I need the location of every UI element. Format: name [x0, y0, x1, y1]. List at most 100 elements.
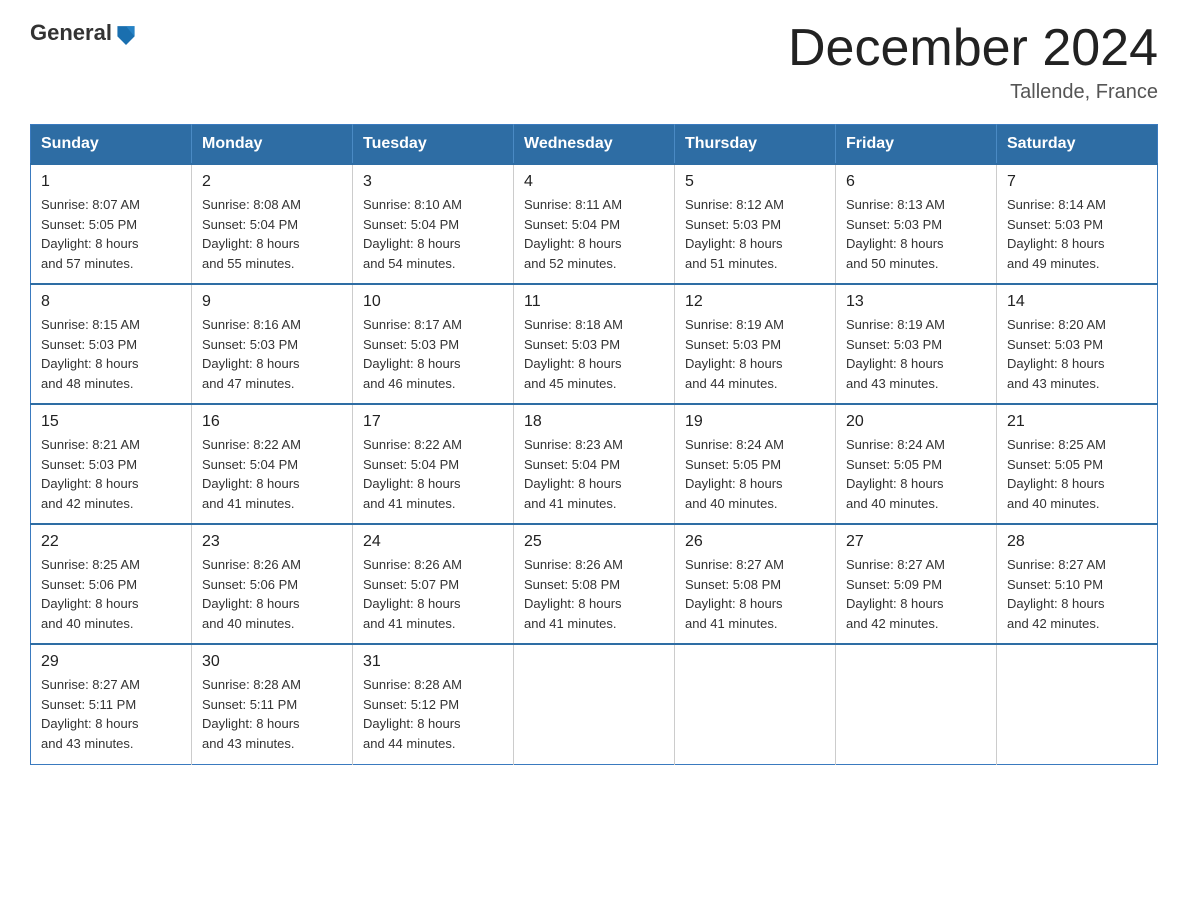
day-number: 21: [1007, 413, 1147, 431]
day-number: 13: [846, 293, 986, 311]
calendar-day-cell: 16 Sunrise: 8:22 AM Sunset: 5:04 PM Dayl…: [192, 404, 353, 524]
day-info: Sunrise: 8:26 AM Sunset: 5:08 PM Dayligh…: [524, 555, 664, 633]
day-info: Sunrise: 8:20 AM Sunset: 5:03 PM Dayligh…: [1007, 315, 1147, 393]
calendar-day-cell: 28 Sunrise: 8:27 AM Sunset: 5:10 PM Dayl…: [997, 524, 1158, 644]
calendar-day-cell: 25 Sunrise: 8:26 AM Sunset: 5:08 PM Dayl…: [514, 524, 675, 644]
day-number: 5: [685, 173, 825, 191]
calendar-day-cell: [675, 644, 836, 764]
day-of-week-header: Saturday: [997, 125, 1158, 165]
day-info: Sunrise: 8:11 AM Sunset: 5:04 PM Dayligh…: [524, 195, 664, 273]
day-number: 26: [685, 533, 825, 551]
calendar-day-cell: 23 Sunrise: 8:26 AM Sunset: 5:06 PM Dayl…: [192, 524, 353, 644]
day-of-week-header: Wednesday: [514, 125, 675, 165]
calendar-day-cell: 29 Sunrise: 8:27 AM Sunset: 5:11 PM Dayl…: [31, 644, 192, 764]
day-info: Sunrise: 8:26 AM Sunset: 5:06 PM Dayligh…: [202, 555, 342, 633]
calendar-day-cell: [514, 644, 675, 764]
day-info: Sunrise: 8:19 AM Sunset: 5:03 PM Dayligh…: [685, 315, 825, 393]
day-of-week-header: Friday: [836, 125, 997, 165]
page-header: General Blue December 2024 Tallende, Fra…: [30, 20, 1158, 104]
calendar-day-cell: 31 Sunrise: 8:28 AM Sunset: 5:12 PM Dayl…: [353, 644, 514, 764]
calendar-day-cell: 6 Sunrise: 8:13 AM Sunset: 5:03 PM Dayli…: [836, 164, 997, 284]
calendar-day-cell: 5 Sunrise: 8:12 AM Sunset: 5:03 PM Dayli…: [675, 164, 836, 284]
calendar-day-cell: 30 Sunrise: 8:28 AM Sunset: 5:11 PM Dayl…: [192, 644, 353, 764]
day-number: 29: [41, 653, 181, 671]
calendar-day-cell: 19 Sunrise: 8:24 AM Sunset: 5:05 PM Dayl…: [675, 404, 836, 524]
day-info: Sunrise: 8:28 AM Sunset: 5:11 PM Dayligh…: [202, 675, 342, 753]
day-number: 15: [41, 413, 181, 431]
calendar-week-row: 1 Sunrise: 8:07 AM Sunset: 5:05 PM Dayli…: [31, 164, 1158, 284]
day-info: Sunrise: 8:16 AM Sunset: 5:03 PM Dayligh…: [202, 315, 342, 393]
day-number: 31: [363, 653, 503, 671]
calendar-day-cell: 3 Sunrise: 8:10 AM Sunset: 5:04 PM Dayli…: [353, 164, 514, 284]
day-info: Sunrise: 8:13 AM Sunset: 5:03 PM Dayligh…: [846, 195, 986, 273]
day-number: 9: [202, 293, 342, 311]
calendar-day-cell: [836, 644, 997, 764]
calendar-week-row: 29 Sunrise: 8:27 AM Sunset: 5:11 PM Dayl…: [31, 644, 1158, 764]
day-number: 18: [524, 413, 664, 431]
day-number: 7: [1007, 173, 1147, 191]
day-info: Sunrise: 8:27 AM Sunset: 5:09 PM Dayligh…: [846, 555, 986, 633]
calendar-day-cell: 11 Sunrise: 8:18 AM Sunset: 5:03 PM Dayl…: [514, 284, 675, 404]
day-info: Sunrise: 8:24 AM Sunset: 5:05 PM Dayligh…: [685, 435, 825, 513]
day-number: 19: [685, 413, 825, 431]
day-number: 4: [524, 173, 664, 191]
calendar-table: SundayMondayTuesdayWednesdayThursdayFrid…: [30, 124, 1158, 765]
calendar-day-cell: 4 Sunrise: 8:11 AM Sunset: 5:04 PM Dayli…: [514, 164, 675, 284]
day-number: 27: [846, 533, 986, 551]
calendar-day-cell: 26 Sunrise: 8:27 AM Sunset: 5:08 PM Dayl…: [675, 524, 836, 644]
day-number: 28: [1007, 533, 1147, 551]
day-number: 11: [524, 293, 664, 311]
calendar-day-cell: 9 Sunrise: 8:16 AM Sunset: 5:03 PM Dayli…: [192, 284, 353, 404]
day-info: Sunrise: 8:12 AM Sunset: 5:03 PM Dayligh…: [685, 195, 825, 273]
day-number: 14: [1007, 293, 1147, 311]
day-info: Sunrise: 8:27 AM Sunset: 5:08 PM Dayligh…: [685, 555, 825, 633]
calendar-day-cell: 12 Sunrise: 8:19 AM Sunset: 5:03 PM Dayl…: [675, 284, 836, 404]
logo-icon: [114, 21, 138, 45]
logo-general-text: General: [30, 20, 112, 46]
day-info: Sunrise: 8:08 AM Sunset: 5:04 PM Dayligh…: [202, 195, 342, 273]
calendar-day-cell: [997, 644, 1158, 764]
calendar-header-row: SundayMondayTuesdayWednesdayThursdayFrid…: [31, 125, 1158, 165]
calendar-day-cell: 14 Sunrise: 8:20 AM Sunset: 5:03 PM Dayl…: [997, 284, 1158, 404]
day-info: Sunrise: 8:25 AM Sunset: 5:06 PM Dayligh…: [41, 555, 181, 633]
day-info: Sunrise: 8:26 AM Sunset: 5:07 PM Dayligh…: [363, 555, 503, 633]
logo: General Blue: [30, 20, 138, 100]
calendar-day-cell: 10 Sunrise: 8:17 AM Sunset: 5:03 PM Dayl…: [353, 284, 514, 404]
day-info: Sunrise: 8:24 AM Sunset: 5:05 PM Dayligh…: [846, 435, 986, 513]
location-text: Tallende, France: [788, 81, 1158, 104]
day-info: Sunrise: 8:28 AM Sunset: 5:12 PM Dayligh…: [363, 675, 503, 753]
day-info: Sunrise: 8:19 AM Sunset: 5:03 PM Dayligh…: [846, 315, 986, 393]
day-info: Sunrise: 8:14 AM Sunset: 5:03 PM Dayligh…: [1007, 195, 1147, 273]
day-of-week-header: Tuesday: [353, 125, 514, 165]
calendar-day-cell: 21 Sunrise: 8:25 AM Sunset: 5:05 PM Dayl…: [997, 404, 1158, 524]
title-section: December 2024 Tallende, France: [788, 20, 1158, 104]
day-info: Sunrise: 8:27 AM Sunset: 5:10 PM Dayligh…: [1007, 555, 1147, 633]
day-number: 20: [846, 413, 986, 431]
day-number: 23: [202, 533, 342, 551]
day-number: 2: [202, 173, 342, 191]
calendar-week-row: 22 Sunrise: 8:25 AM Sunset: 5:06 PM Dayl…: [31, 524, 1158, 644]
calendar-day-cell: 17 Sunrise: 8:22 AM Sunset: 5:04 PM Dayl…: [353, 404, 514, 524]
day-info: Sunrise: 8:07 AM Sunset: 5:05 PM Dayligh…: [41, 195, 181, 273]
day-number: 1: [41, 173, 181, 191]
day-number: 25: [524, 533, 664, 551]
calendar-week-row: 8 Sunrise: 8:15 AM Sunset: 5:03 PM Dayli…: [31, 284, 1158, 404]
day-info: Sunrise: 8:10 AM Sunset: 5:04 PM Dayligh…: [363, 195, 503, 273]
calendar-week-row: 15 Sunrise: 8:21 AM Sunset: 5:03 PM Dayl…: [31, 404, 1158, 524]
day-info: Sunrise: 8:18 AM Sunset: 5:03 PM Dayligh…: [524, 315, 664, 393]
day-number: 30: [202, 653, 342, 671]
day-of-week-header: Thursday: [675, 125, 836, 165]
day-info: Sunrise: 8:23 AM Sunset: 5:04 PM Dayligh…: [524, 435, 664, 513]
day-info: Sunrise: 8:15 AM Sunset: 5:03 PM Dayligh…: [41, 315, 181, 393]
day-info: Sunrise: 8:25 AM Sunset: 5:05 PM Dayligh…: [1007, 435, 1147, 513]
day-of-week-header: Monday: [192, 125, 353, 165]
calendar-day-cell: 18 Sunrise: 8:23 AM Sunset: 5:04 PM Dayl…: [514, 404, 675, 524]
day-info: Sunrise: 8:22 AM Sunset: 5:04 PM Dayligh…: [202, 435, 342, 513]
day-info: Sunrise: 8:27 AM Sunset: 5:11 PM Dayligh…: [41, 675, 181, 753]
calendar-day-cell: 20 Sunrise: 8:24 AM Sunset: 5:05 PM Dayl…: [836, 404, 997, 524]
day-number: 12: [685, 293, 825, 311]
calendar-day-cell: 27 Sunrise: 8:27 AM Sunset: 5:09 PM Dayl…: [836, 524, 997, 644]
calendar-day-cell: 22 Sunrise: 8:25 AM Sunset: 5:06 PM Dayl…: [31, 524, 192, 644]
day-info: Sunrise: 8:17 AM Sunset: 5:03 PM Dayligh…: [363, 315, 503, 393]
day-number: 17: [363, 413, 503, 431]
